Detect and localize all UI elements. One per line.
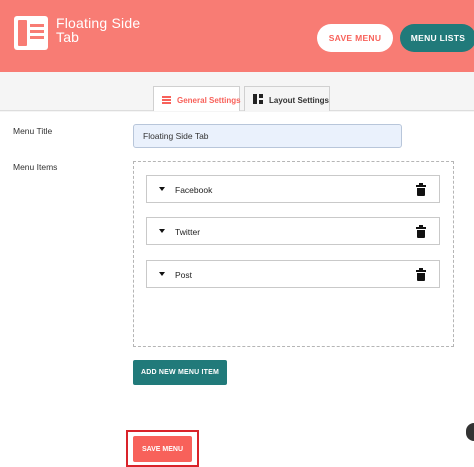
tab-general-settings[interactable]: General Settings <box>153 86 241 111</box>
menu-item-facebook[interactable]: Facebook <box>146 175 440 203</box>
menu-item-label: Post <box>175 270 193 280</box>
add-new-menu-item-button[interactable]: ADD NEW MENU ITEM <box>133 360 227 385</box>
tab-layout-settings[interactable]: Layout Settings <box>244 86 330 111</box>
menu-lists-button[interactable]: MENU LISTS <box>400 24 474 52</box>
menu-item-label: Facebook <box>175 185 213 195</box>
menu-items-label: Menu Items <box>13 162 58 172</box>
trash-icon[interactable] <box>415 268 427 281</box>
scroll-handle[interactable] <box>466 423 474 441</box>
trash-icon[interactable] <box>415 225 427 238</box>
floating-tab-logo-icon <box>14 16 48 50</box>
app-header: Floating Side Tab SAVE MENU MENU LISTS <box>0 0 474 72</box>
app-title: Floating Side Tab <box>56 15 141 45</box>
caret-down-icon[interactable] <box>159 272 165 276</box>
menu-item-label: Twitter <box>175 227 201 237</box>
tab-general-settings-label: General Settings <box>177 96 241 105</box>
layout-grid-icon <box>253 94 263 104</box>
caret-down-icon[interactable] <box>159 187 165 191</box>
trash-icon[interactable] <box>415 183 427 196</box>
save-menu-header-button[interactable]: SAVE MENU <box>317 24 393 52</box>
menu-lines-icon <box>162 96 171 104</box>
save-menu-button[interactable]: SAVE MENU <box>133 436 192 462</box>
menu-title-input[interactable] <box>133 124 402 148</box>
menu-title-label: Menu Title <box>13 126 53 136</box>
tab-layout-settings-label: Layout Settings <box>269 96 330 105</box>
menu-item-twitter[interactable]: Twitter <box>146 217 440 245</box>
menu-item-post[interactable]: Post <box>146 260 440 288</box>
caret-down-icon[interactable] <box>159 229 165 233</box>
